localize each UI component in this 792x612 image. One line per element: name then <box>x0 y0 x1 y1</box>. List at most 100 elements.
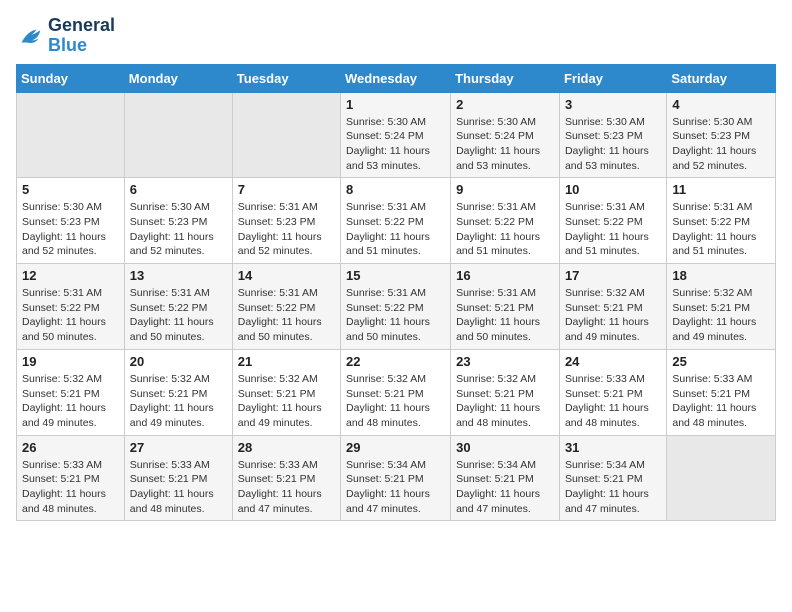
calendar-day-26: 26 Sunrise: 5:33 AM Sunset: 5:21 PM Dayli… <box>17 435 125 521</box>
day-number: 30 <box>456 440 554 455</box>
day-number: 10 <box>565 182 661 197</box>
logo-icon <box>16 22 44 50</box>
calendar-day-6: 6 Sunrise: 5:30 AM Sunset: 5:23 PM Daylig… <box>124 178 232 264</box>
day-content: Sunrise: 5:34 AM Sunset: 5:21 PM Dayligh… <box>456 458 554 517</box>
day-content: Sunrise: 5:30 AM Sunset: 5:24 PM Dayligh… <box>346 115 445 174</box>
day-number: 31 <box>565 440 661 455</box>
day-number: 28 <box>238 440 335 455</box>
day-number: 12 <box>22 268 119 283</box>
calendar-day-1: 1 Sunrise: 5:30 AM Sunset: 5:24 PM Daylig… <box>341 92 451 178</box>
day-number: 26 <box>22 440 119 455</box>
calendar-day-10: 10 Sunrise: 5:31 AM Sunset: 5:22 PM Dayli… <box>559 178 666 264</box>
calendar-table: SundayMondayTuesdayWednesdayThursdayFrid… <box>16 64 776 522</box>
day-number: 11 <box>672 182 770 197</box>
calendar-day-25: 25 Sunrise: 5:33 AM Sunset: 5:21 PM Dayli… <box>667 349 776 435</box>
empty-cell <box>124 92 232 178</box>
day-content: Sunrise: 5:32 AM Sunset: 5:21 PM Dayligh… <box>565 286 661 345</box>
day-content: Sunrise: 5:33 AM Sunset: 5:21 PM Dayligh… <box>565 372 661 431</box>
day-number: 16 <box>456 268 554 283</box>
day-number: 7 <box>238 182 335 197</box>
day-number: 18 <box>672 268 770 283</box>
day-number: 27 <box>130 440 227 455</box>
header-monday: Monday <box>124 64 232 92</box>
day-content: Sunrise: 5:31 AM Sunset: 5:22 PM Dayligh… <box>346 286 445 345</box>
calendar-day-14: 14 Sunrise: 5:31 AM Sunset: 5:22 PM Dayli… <box>232 264 340 350</box>
calendar-week-row: 19 Sunrise: 5:32 AM Sunset: 5:21 PM Dayli… <box>17 349 776 435</box>
day-number: 19 <box>22 354 119 369</box>
day-content: Sunrise: 5:30 AM Sunset: 5:23 PM Dayligh… <box>22 200 119 259</box>
day-content: Sunrise: 5:31 AM Sunset: 5:22 PM Dayligh… <box>346 200 445 259</box>
day-content: Sunrise: 5:32 AM Sunset: 5:21 PM Dayligh… <box>238 372 335 431</box>
day-content: Sunrise: 5:30 AM Sunset: 5:23 PM Dayligh… <box>565 115 661 174</box>
day-number: 4 <box>672 97 770 112</box>
day-content: Sunrise: 5:32 AM Sunset: 5:21 PM Dayligh… <box>672 286 770 345</box>
calendar-day-13: 13Sunrise: 5:31 AM Sunset: 5:22 PM Dayli… <box>124 264 232 350</box>
day-number: 22 <box>346 354 445 369</box>
calendar-day-4: 4 Sunrise: 5:30 AM Sunset: 5:23 PM Daylig… <box>667 92 776 178</box>
day-number: 17 <box>565 268 661 283</box>
day-number: 21 <box>238 354 335 369</box>
header-friday: Friday <box>559 64 666 92</box>
header-wednesday: Wednesday <box>341 64 451 92</box>
day-number: 29 <box>346 440 445 455</box>
day-number: 6 <box>130 182 227 197</box>
day-number: 5 <box>22 182 119 197</box>
calendar-header-row: SundayMondayTuesdayWednesdayThursdayFrid… <box>17 64 776 92</box>
day-content: Sunrise: 5:31 AM Sunset: 5:22 PM Dayligh… <box>130 286 227 345</box>
day-content: Sunrise: 5:33 AM Sunset: 5:21 PM Dayligh… <box>130 458 227 517</box>
calendar-day-15: 15Sunrise: 5:31 AM Sunset: 5:22 PM Dayli… <box>341 264 451 350</box>
day-content: Sunrise: 5:31 AM Sunset: 5:22 PM Dayligh… <box>456 200 554 259</box>
day-content: Sunrise: 5:31 AM Sunset: 5:22 PM Dayligh… <box>565 200 661 259</box>
calendar-day-30: 30 Sunrise: 5:34 AM Sunset: 5:21 PM Dayli… <box>451 435 560 521</box>
calendar-day-22: 22 Sunrise: 5:32 AM Sunset: 5:21 PM Dayli… <box>341 349 451 435</box>
day-number: 9 <box>456 182 554 197</box>
calendar-day-20: 20 Sunrise: 5:32 AM Sunset: 5:21 PM Dayli… <box>124 349 232 435</box>
calendar-day-11: 11 Sunrise: 5:31 AM Sunset: 5:22 PM Dayli… <box>667 178 776 264</box>
day-number: 24 <box>565 354 661 369</box>
day-number: 8 <box>346 182 445 197</box>
day-content: Sunrise: 5:31 AM Sunset: 5:22 PM Dayligh… <box>672 200 770 259</box>
page-header: General Blue <box>16 16 776 56</box>
empty-cell <box>667 435 776 521</box>
day-content: Sunrise: 5:32 AM Sunset: 5:21 PM Dayligh… <box>22 372 119 431</box>
logo: General Blue <box>16 16 115 56</box>
logo-text: General Blue <box>48 16 115 56</box>
day-number: 2 <box>456 97 554 112</box>
calendar-day-23: 23Sunrise: 5:32 AM Sunset: 5:21 PM Dayli… <box>451 349 560 435</box>
day-number: 3 <box>565 97 661 112</box>
calendar-day-2: 2Sunrise: 5:30 AM Sunset: 5:24 PM Daylig… <box>451 92 560 178</box>
calendar-day-9: 9 Sunrise: 5:31 AM Sunset: 5:22 PM Daylig… <box>451 178 560 264</box>
calendar-day-29: 29 Sunrise: 5:34 AM Sunset: 5:21 PM Dayli… <box>341 435 451 521</box>
day-content: Sunrise: 5:30 AM Sunset: 5:23 PM Dayligh… <box>130 200 227 259</box>
day-number: 20 <box>130 354 227 369</box>
day-content: Sunrise: 5:32 AM Sunset: 5:21 PM Dayligh… <box>456 372 554 431</box>
day-number: 14 <box>238 268 335 283</box>
day-content: Sunrise: 5:31 AM Sunset: 5:23 PM Dayligh… <box>238 200 335 259</box>
day-number: 25 <box>672 354 770 369</box>
day-content: Sunrise: 5:30 AM Sunset: 5:23 PM Dayligh… <box>672 115 770 174</box>
calendar-day-5: 5 Sunrise: 5:30 AM Sunset: 5:23 PM Daylig… <box>17 178 125 264</box>
calendar-week-row: 12 Sunrise: 5:31 AM Sunset: 5:22 PM Dayli… <box>17 264 776 350</box>
calendar-week-row: 5 Sunrise: 5:30 AM Sunset: 5:23 PM Daylig… <box>17 178 776 264</box>
day-content: Sunrise: 5:33 AM Sunset: 5:21 PM Dayligh… <box>22 458 119 517</box>
day-content: Sunrise: 5:33 AM Sunset: 5:21 PM Dayligh… <box>238 458 335 517</box>
day-number: 1 <box>346 97 445 112</box>
calendar-day-28: 28 Sunrise: 5:33 AM Sunset: 5:21 PM Dayli… <box>232 435 340 521</box>
day-content: Sunrise: 5:33 AM Sunset: 5:21 PM Dayligh… <box>672 372 770 431</box>
calendar-day-16: 16Sunrise: 5:31 AM Sunset: 5:21 PM Dayli… <box>451 264 560 350</box>
calendar-week-row: 26 Sunrise: 5:33 AM Sunset: 5:21 PM Dayli… <box>17 435 776 521</box>
calendar-day-7: 7 Sunrise: 5:31 AM Sunset: 5:23 PM Daylig… <box>232 178 340 264</box>
day-content: Sunrise: 5:31 AM Sunset: 5:22 PM Dayligh… <box>22 286 119 345</box>
header-thursday: Thursday <box>451 64 560 92</box>
calendar-day-12: 12 Sunrise: 5:31 AM Sunset: 5:22 PM Dayli… <box>17 264 125 350</box>
day-content: Sunrise: 5:31 AM Sunset: 5:22 PM Dayligh… <box>238 286 335 345</box>
day-content: Sunrise: 5:32 AM Sunset: 5:21 PM Dayligh… <box>130 372 227 431</box>
day-content: Sunrise: 5:32 AM Sunset: 5:21 PM Dayligh… <box>346 372 445 431</box>
calendar-day-27: 27 Sunrise: 5:33 AM Sunset: 5:21 PM Dayli… <box>124 435 232 521</box>
day-content: Sunrise: 5:34 AM Sunset: 5:21 PM Dayligh… <box>346 458 445 517</box>
empty-cell <box>17 92 125 178</box>
header-tuesday: Tuesday <box>232 64 340 92</box>
calendar-day-17: 17 Sunrise: 5:32 AM Sunset: 5:21 PM Dayli… <box>559 264 666 350</box>
calendar-week-row: 1 Sunrise: 5:30 AM Sunset: 5:24 PM Daylig… <box>17 92 776 178</box>
empty-cell <box>232 92 340 178</box>
